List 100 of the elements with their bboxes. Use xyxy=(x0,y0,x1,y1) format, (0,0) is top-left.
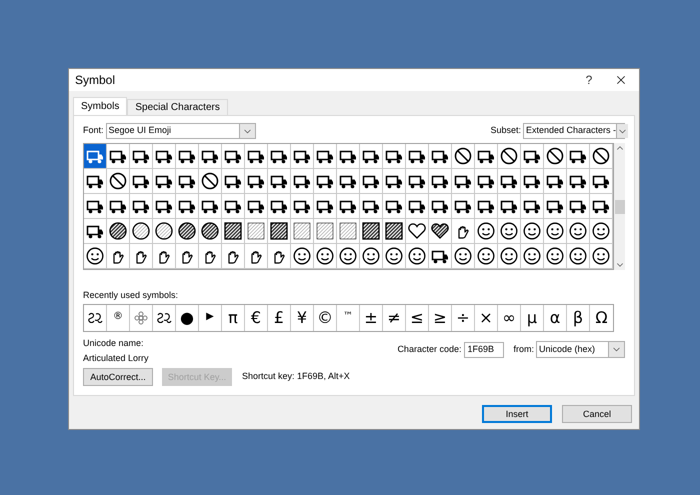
symbol-cell[interactable] xyxy=(590,169,613,194)
symbol-cell[interactable] xyxy=(567,194,590,219)
symbol-cell[interactable] xyxy=(475,244,498,269)
symbol-cell[interactable] xyxy=(153,219,176,244)
symbol-cell[interactable] xyxy=(337,219,360,244)
symbol-cell[interactable] xyxy=(337,194,360,219)
help-button[interactable]: ? xyxy=(575,71,603,89)
symbol-cell[interactable] xyxy=(475,144,498,169)
symbol-cell[interactable] xyxy=(360,244,383,269)
symbol-cell[interactable] xyxy=(337,244,360,269)
symbol-cell[interactable] xyxy=(245,144,268,169)
symbol-cell[interactable] xyxy=(314,144,337,169)
symbol-cell[interactable] xyxy=(153,194,176,219)
symbol-cell[interactable] xyxy=(406,169,429,194)
symbol-cell[interactable] xyxy=(452,219,475,244)
symbol-cell[interactable] xyxy=(452,244,475,269)
symbol-cell[interactable] xyxy=(498,194,521,219)
symbol-cell[interactable] xyxy=(245,169,268,194)
symbol-cell[interactable] xyxy=(268,169,291,194)
symbol-cell[interactable] xyxy=(360,144,383,169)
symbol-cell[interactable]: α xyxy=(544,305,567,331)
symbol-cell[interactable] xyxy=(383,194,406,219)
symbol-cell[interactable] xyxy=(130,194,153,219)
tab[interactable]: Special Characters xyxy=(127,99,228,115)
symbol-cell[interactable] xyxy=(406,144,429,169)
symbol-cell[interactable] xyxy=(360,169,383,194)
symbol-cell[interactable] xyxy=(222,219,245,244)
symbol-cell[interactable] xyxy=(544,244,567,269)
symbol-cell[interactable] xyxy=(268,144,291,169)
symbol-cell[interactable] xyxy=(107,169,130,194)
symbol-cell[interactable] xyxy=(222,244,245,269)
symbol-cell[interactable] xyxy=(475,219,498,244)
symbol-cell[interactable] xyxy=(291,144,314,169)
symbol-cell[interactable] xyxy=(153,144,176,169)
symbol-cell[interactable]: ∞ xyxy=(498,305,521,331)
symbol-cell[interactable] xyxy=(268,194,291,219)
symbol-cell[interactable] xyxy=(130,219,153,244)
symbol-cell[interactable] xyxy=(222,169,245,194)
symbol-cell[interactable] xyxy=(176,244,199,269)
symbol-cell[interactable]: ¥ xyxy=(291,305,314,331)
symbol-cell[interactable]: ▶ xyxy=(199,305,222,331)
symbol-cell[interactable] xyxy=(176,219,199,244)
symbol-cell[interactable] xyxy=(590,194,613,219)
symbol-cell[interactable] xyxy=(567,144,590,169)
symbol-cell[interactable] xyxy=(406,194,429,219)
dialog-button[interactable]: Insert xyxy=(482,405,552,423)
symbol-cell[interactable] xyxy=(199,169,222,194)
symbol-cell[interactable] xyxy=(498,219,521,244)
symbol-cell[interactable] xyxy=(107,219,130,244)
symbol-cell[interactable] xyxy=(222,144,245,169)
symbol-cell[interactable] xyxy=(521,219,544,244)
symbol-cell[interactable] xyxy=(153,169,176,194)
symbol-cell[interactable] xyxy=(199,244,222,269)
symbol-cell[interactable]: µ xyxy=(521,305,544,331)
symbol-cell[interactable] xyxy=(153,244,176,269)
symbol-cell[interactable] xyxy=(337,144,360,169)
symbol-cell[interactable] xyxy=(452,144,475,169)
symbol-cell[interactable] xyxy=(199,144,222,169)
symbol-cell[interactable]: β xyxy=(567,305,590,331)
symbol-cell[interactable] xyxy=(314,169,337,194)
symbol-cell[interactable] xyxy=(544,144,567,169)
symbol-cell[interactable] xyxy=(567,244,590,269)
symbol-cell[interactable] xyxy=(84,144,107,169)
symbol-cell[interactable] xyxy=(429,169,452,194)
dropdown-button[interactable] xyxy=(616,124,628,138)
dropdown-button[interactable] xyxy=(608,342,624,357)
symbol-cell[interactable] xyxy=(383,219,406,244)
symbol-cell[interactable] xyxy=(544,169,567,194)
symbol-cell[interactable] xyxy=(199,219,222,244)
symbol-cell[interactable]: π xyxy=(222,305,245,331)
symbol-cell[interactable]: ™ xyxy=(337,305,360,331)
symbol-cell[interactable] xyxy=(291,169,314,194)
tab[interactable]: Symbols xyxy=(73,97,128,115)
symbol-cell[interactable] xyxy=(314,194,337,219)
symbol-cell[interactable] xyxy=(84,244,107,269)
symbol-cell[interactable] xyxy=(268,219,291,244)
symbol-cell[interactable] xyxy=(383,169,406,194)
symbol-cell[interactable] xyxy=(291,244,314,269)
symbol-cell[interactable] xyxy=(475,169,498,194)
symbol-cell[interactable] xyxy=(130,144,153,169)
symbol-cell[interactable] xyxy=(521,169,544,194)
symbol-cell[interactable] xyxy=(107,244,130,269)
symbol-cell[interactable] xyxy=(291,194,314,219)
symbol-cell[interactable] xyxy=(130,169,153,194)
symbol-cell[interactable]: ® xyxy=(107,305,130,331)
symbol-cell[interactable] xyxy=(452,194,475,219)
symbol-cell[interactable] xyxy=(521,244,544,269)
symbol-cell[interactable] xyxy=(107,194,130,219)
symbol-cell[interactable] xyxy=(383,244,406,269)
symbol-cell[interactable] xyxy=(383,144,406,169)
symbol-cell[interactable] xyxy=(521,144,544,169)
symbol-cell[interactable] xyxy=(107,144,130,169)
symbol-cell[interactable] xyxy=(291,219,314,244)
symbol-cell[interactable] xyxy=(590,219,613,244)
symbol-cell[interactable] xyxy=(406,219,429,244)
symbol-cell[interactable] xyxy=(544,219,567,244)
symbol-cell[interactable] xyxy=(498,144,521,169)
symbol-cell[interactable] xyxy=(84,194,107,219)
symbol-cell[interactable] xyxy=(429,144,452,169)
symbol-cell[interactable]: ≠ xyxy=(383,305,406,331)
